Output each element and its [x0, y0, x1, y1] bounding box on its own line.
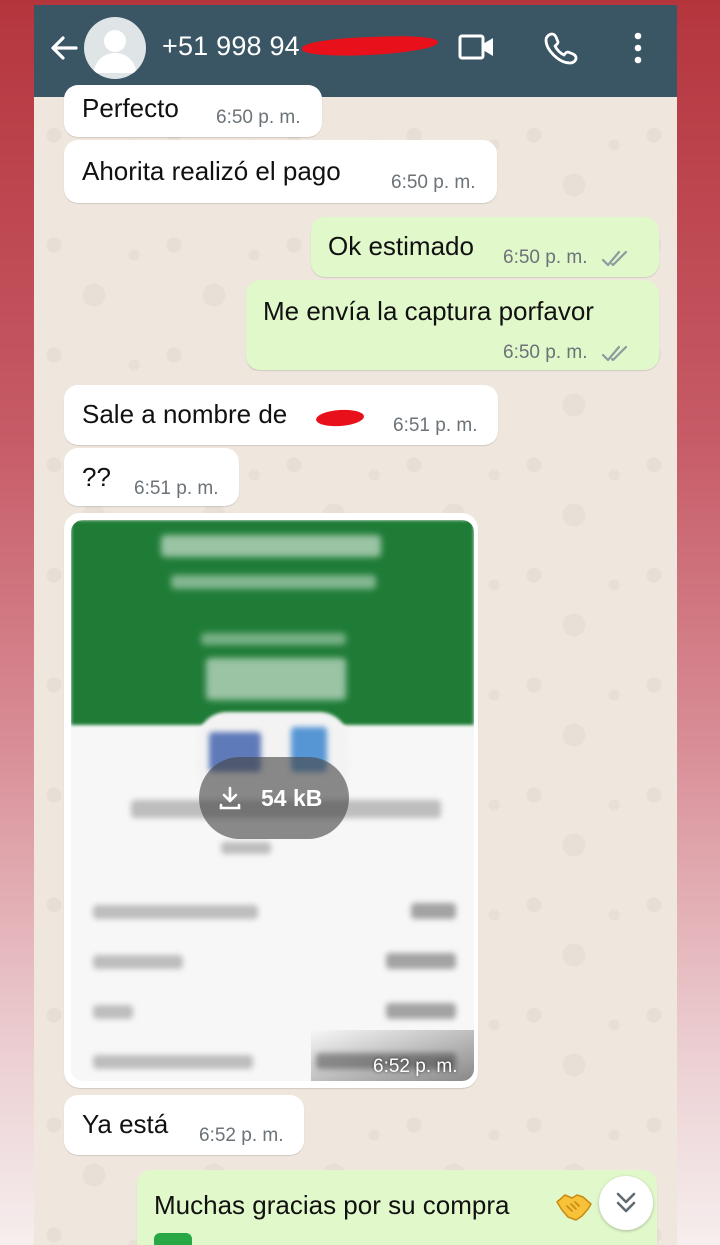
read-ticks-icon	[601, 250, 628, 267]
message-incoming[interactable]: Sale a nombre de 6:51 p. m.	[64, 385, 498, 445]
message-incoming[interactable]: Ya está 6:52 p. m.	[64, 1095, 304, 1155]
message-time: 6:52 p. m.	[199, 1125, 284, 1146]
read-ticks-icon	[601, 345, 628, 362]
check-emoji-icon	[154, 1233, 192, 1245]
message-time: 6:52 p. m.	[373, 1056, 458, 1077]
message-text: Perfecto	[82, 93, 179, 123]
receipt-header-area	[71, 520, 474, 725]
download-icon	[219, 786, 241, 810]
message-time: 6:51 p. m.	[134, 478, 219, 499]
message-text: ??	[82, 462, 111, 492]
message-time: 6:50 p. m.	[391, 172, 476, 193]
download-button[interactable]: 54 kB	[199, 757, 349, 839]
phone-icon[interactable]	[543, 30, 579, 66]
message-time: 6:50 p. m.	[503, 247, 588, 268]
message-time: 6:51 p. m.	[393, 415, 478, 436]
message-incoming[interactable]: Perfecto 6:50 p. m.	[64, 85, 322, 137]
message-time: 6:50 p. m.	[503, 342, 588, 363]
message-text: Muchas gracias por su compra	[154, 1190, 510, 1220]
double-chevron-down-icon	[616, 1192, 636, 1213]
chat-header: +51 998 94	[34, 5, 677, 97]
message-incoming[interactable]: Ahorita realizó el pago 6:50 p. m.	[64, 140, 497, 203]
download-size: 54 kB	[261, 785, 323, 811]
message-time: 6:50 p. m.	[216, 107, 301, 128]
contact-name[interactable]: +51 998 94	[162, 31, 300, 62]
message-incoming[interactable]: ?? 6:51 p. m.	[64, 448, 239, 506]
scroll-to-bottom-button[interactable]	[599, 1176, 653, 1230]
chat-screen: +51 998 94 Perfecto 6:50 p. m. Ahorita r…	[34, 5, 677, 1245]
arrow-left-icon[interactable]	[48, 32, 80, 64]
message-outgoing[interactable]: Muchas gracias por su compra	[137, 1170, 657, 1245]
video-camera-icon[interactable]	[458, 31, 496, 63]
message-text: Ya está	[82, 1109, 169, 1139]
message-text: Me envía la captura porfavor	[263, 296, 594, 326]
message-text: Sale a nombre de	[82, 399, 288, 429]
avatar[interactable]	[84, 17, 146, 79]
message-outgoing[interactable]: Me envía la captura porfavor 6:50 p. m.	[246, 280, 659, 370]
redaction-mark	[301, 34, 439, 58]
default-avatar-icon	[93, 30, 137, 73]
message-text: Ahorita realizó el pago	[82, 156, 341, 186]
message-text: Ok estimado	[328, 231, 474, 261]
more-vertical-icon[interactable]	[626, 29, 650, 67]
handshake-emoji-icon	[556, 1194, 592, 1221]
message-outgoing[interactable]: Ok estimado 6:50 p. m.	[311, 217, 659, 277]
